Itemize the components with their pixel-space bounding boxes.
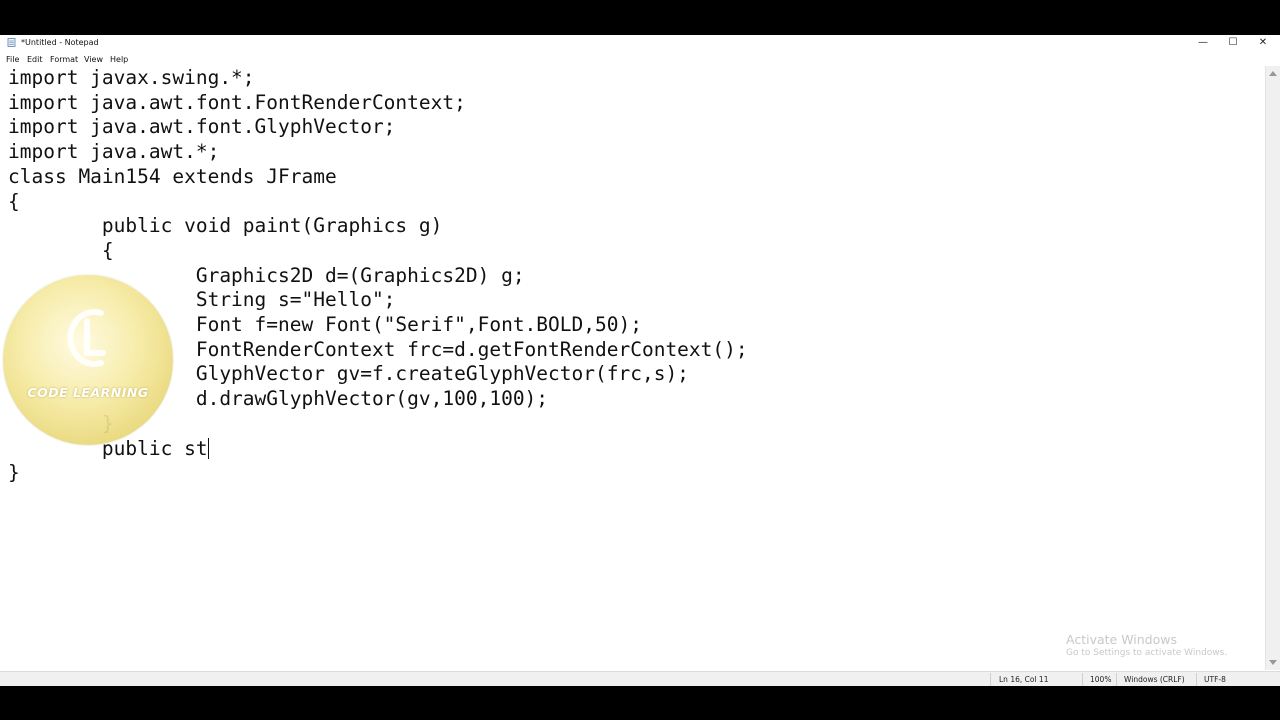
cursor-position: Ln 16, Col 11: [999, 675, 1049, 684]
activation-title: Activate Windows: [1066, 632, 1177, 647]
status-separator: [1082, 673, 1083, 686]
code-line: import javax.swing.*;: [8, 66, 255, 89]
zoom-level: 100%: [1090, 675, 1112, 684]
close-button[interactable]: ✕: [1248, 35, 1278, 51]
activation-watermark: Activate Windows Go to Settings to activ…: [1066, 632, 1227, 659]
logo-text: CODE LEARNING: [27, 385, 149, 400]
status-separator: [1116, 673, 1117, 686]
vertical-scrollbar[interactable]: [1265, 66, 1280, 670]
code-learning-logo: CODE LEARNING: [3, 275, 173, 445]
menu-view[interactable]: View: [84, 55, 103, 65]
code-learning-logo-icon: [67, 309, 106, 367]
code-line: public void paint(Graphics g): [8, 214, 443, 238]
encoding: UTF-8: [1204, 675, 1226, 684]
menu-format[interactable]: Format: [50, 55, 78, 65]
activation-subtitle: Go to Settings to activate Windows.: [1066, 648, 1228, 658]
status-bar: Ln 16, Col 11 100% Windows (CRLF) UTF-8: [0, 671, 1280, 686]
menu-help[interactable]: Help: [110, 55, 128, 65]
notepad-window: *Untitled - Notepad — ☐ ✕ File Edit Form…: [0, 35, 1280, 686]
text-editor[interactable]: import javax.swing.*; import java.awt.fo…: [0, 66, 1266, 670]
menu-edit[interactable]: Edit: [27, 55, 43, 65]
code-line: import java.awt.*;: [8, 140, 220, 164]
code-line: {: [8, 189, 20, 213]
menu-file[interactable]: File: [6, 55, 19, 65]
code-line: class Main154 extends JFrame: [8, 164, 337, 188]
status-separator: [990, 673, 991, 686]
menu-bar: File Edit Format View Help: [0, 52, 1280, 66]
code-line: import java.awt.font.GlyphVector;: [8, 115, 396, 139]
notepad-app-icon: [7, 38, 16, 47]
window-title: *Untitled - Notepad: [21, 38, 99, 47]
minimize-button[interactable]: —: [1188, 35, 1218, 51]
maximize-button[interactable]: ☐: [1218, 35, 1248, 51]
code-line: }: [8, 461, 20, 485]
title-bar[interactable]: *Untitled - Notepad — ☐ ✕: [0, 35, 1280, 51]
scroll-up-icon[interactable]: [1269, 71, 1277, 76]
scroll-down-icon[interactable]: [1269, 660, 1277, 665]
text-caret: [207, 437, 209, 459]
status-separator: [1196, 673, 1197, 686]
code-line: {: [8, 238, 114, 262]
code-line: import java.awt.font.FontRenderContext;: [8, 90, 466, 114]
line-ending: Windows (CRLF): [1124, 675, 1185, 684]
